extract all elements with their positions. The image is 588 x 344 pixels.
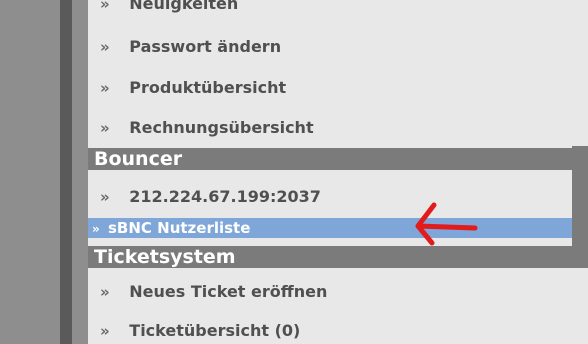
menu-item-label: Neuigkeiten [129, 0, 239, 13]
menu-item-label: Rechnungsübersicht [129, 118, 314, 137]
arrow-shape [415, 202, 478, 246]
menu-item-neues-ticket[interactable]: » Neues Ticket eröffnen [88, 279, 588, 305]
menu-item-ticketuebersicht[interactable]: » Ticketübersicht (0) [88, 318, 588, 344]
menu-item-label: Produktübersicht [129, 78, 287, 97]
menu-item-label: Neues Ticket eröffnen [129, 282, 328, 301]
left-gap [72, 0, 88, 344]
menu-item-bouncer-address[interactable]: » 212.224.67.199:2037 [88, 184, 588, 210]
menu-item-passwort-aendern[interactable]: » Passwort ändern [88, 34, 588, 60]
menu-item-label: sBNC Nutzerliste [108, 219, 251, 237]
bullet-icon: » [92, 222, 100, 236]
bullet-icon: » [100, 322, 110, 340]
section-header-ticketsystem: Ticketsystem [88, 246, 588, 268]
right-edge-bar [572, 146, 588, 268]
red-arrow-icon [415, 202, 478, 246]
bullet-icon: » [100, 283, 110, 301]
menu-item-label: Passwort ändern [129, 37, 282, 56]
menu-item-neuigkeiten[interactable]: » Neuigkeiten [88, 0, 588, 17]
menu-item-produktuebersicht[interactable]: » Produktübersicht [88, 75, 588, 101]
bullet-icon: » [100, 119, 110, 137]
menu-item-sbnc-nutzerliste[interactable]: » sBNC Nutzerliste [88, 218, 572, 238]
menu-item-rechnungsuebersicht[interactable]: » Rechnungsübersicht [88, 115, 588, 141]
section-header-bouncer: Bouncer [88, 148, 588, 170]
menu-item-label: Ticketübersicht (0) [129, 321, 301, 340]
bullet-icon: » [100, 188, 110, 206]
bullet-icon: » [100, 38, 110, 56]
left-gutter [0, 0, 60, 344]
bullet-icon: » [100, 79, 110, 97]
bullet-icon: » [100, 0, 110, 13]
left-border-bar [60, 0, 72, 344]
menu-item-label: 212.224.67.199:2037 [129, 187, 321, 206]
